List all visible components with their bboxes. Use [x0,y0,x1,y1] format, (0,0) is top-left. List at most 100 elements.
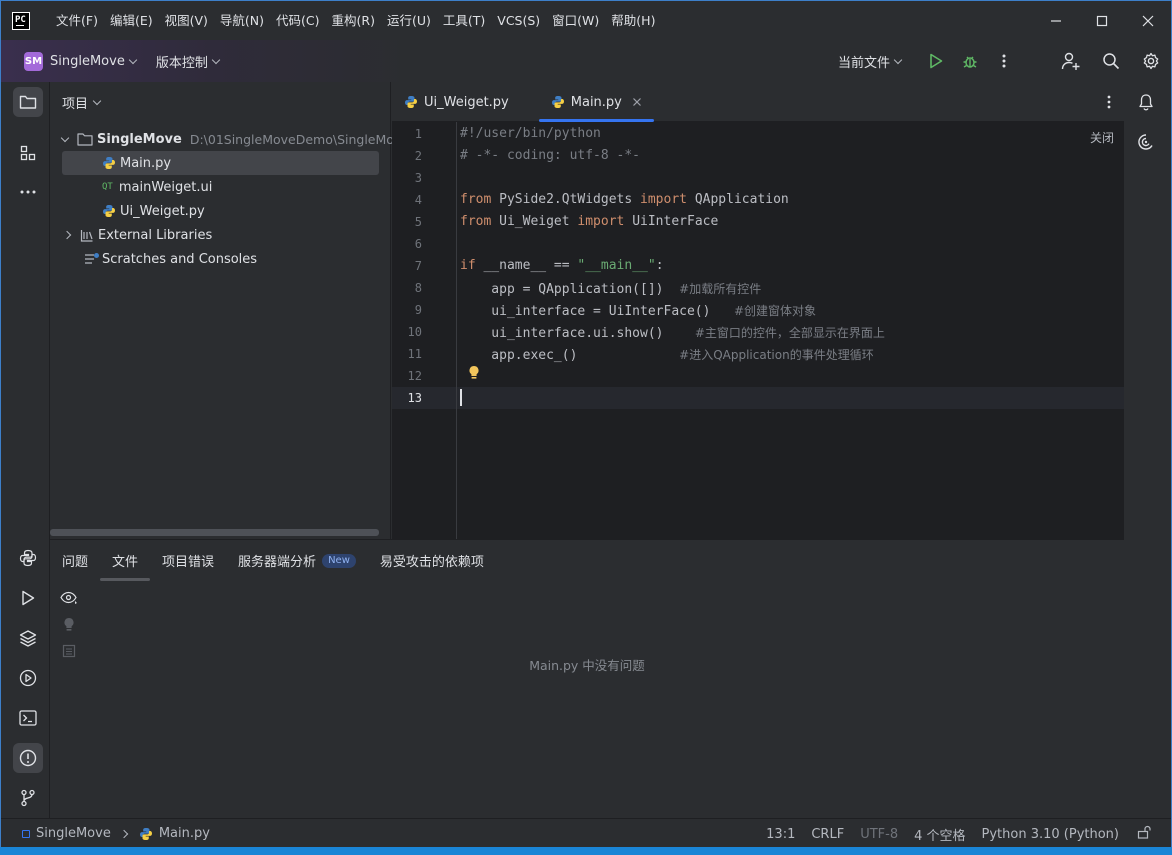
menu-vcs[interactable]: VCS(S) [491,1,546,40]
tab-ui-weiget-py[interactable]: Ui_Weiget.py [392,82,521,122]
caret-position[interactable]: 13:1 [766,827,795,842]
minimize-button[interactable] [1033,1,1079,40]
intention-bulb-icon[interactable] [468,365,480,384]
indent-setting[interactable]: 4 个空格 [914,825,965,844]
tab-project-errors[interactable]: 项目错误 [150,540,226,581]
chevron-down-icon [893,55,903,64]
file-encoding[interactable]: UTF-8 [860,827,898,842]
menu-tools[interactable]: 工具(T) [437,1,491,40]
code-line: ui_interface.ui.show() #主窗口的控件，全部显示在界面上 [460,326,885,341]
tree-item-ui-weiget-py[interactable]: Ui_Weiget.py [102,199,205,223]
chevron-down-icon [92,96,102,105]
quick-fix-bulb-icon[interactable] [63,617,75,636]
more-vertical-icon [1002,54,1006,68]
add-user-button[interactable] [1051,51,1091,71]
git-tool-button[interactable] [13,783,43,813]
bug-icon [963,56,977,68]
editor-tabs-menu-button[interactable] [1107,94,1111,114]
more-actions-button[interactable] [987,53,1021,69]
show-preview-button[interactable] [60,591,78,609]
horizontal-scrollbar[interactable] [50,529,379,536]
root-folder-path: D:\01SingleMoveDemo\SingleMove [189,131,410,147]
close-tab-icon[interactable] [632,97,642,107]
breadcrumb-project[interactable]: SingleMove [36,826,111,841]
add-user-icon [1061,52,1080,70]
tab-problems[interactable]: 问题 [50,540,100,581]
problems-tabs: 问题 文件 项目错误 服务器端分析 New 易受攻击的依赖项 [50,540,1124,581]
new-badge: New [322,553,356,568]
menu-navigate[interactable]: 导航(N) [214,1,270,40]
tab-vulnerable-deps[interactable]: 易受攻击的依赖项 [368,540,496,581]
tree-item-main-py[interactable]: Main.py [62,151,379,175]
run-config-selector[interactable]: 当前文件 [838,52,903,71]
vcs-label: 版本控制 [155,55,208,71]
code-line: if __name__ == "__main__": [460,258,664,273]
qt-file-icon: QT [102,182,113,192]
python-interpreter[interactable]: Python 3.10 (Python) [982,827,1119,842]
scratches-label: Scratches and Consoles [102,251,258,267]
line-separator[interactable]: CRLF [811,827,844,842]
terminal-tool-button[interactable] [13,703,43,733]
ai-assistant-icon [1138,134,1153,150]
maximize-button[interactable] [1079,1,1125,40]
line-number: 9 [414,303,422,317]
tree-item-scratches[interactable]: Scratches and Consoles [84,247,257,271]
code-editor: Ui_Weiget.py Main.py 1 2 3 4 5 6 7 8 9 1… [392,82,1124,539]
layers-tool-button[interactable] [13,623,43,653]
search-button[interactable] [1091,52,1131,70]
notifications-button[interactable] [1131,87,1161,117]
structure-tool-button[interactable] [13,138,43,168]
bell-icon [1139,94,1153,111]
breadcrumb-file[interactable]: Main.py [159,826,210,841]
problems-tool-button[interactable] [13,743,43,773]
menu-refactor[interactable]: 重构(R) [326,1,381,40]
menu-file[interactable]: 文件(F) [50,1,104,40]
project-selector[interactable]: SingleMove [50,54,138,69]
line-number: 3 [414,171,422,185]
library-icon [80,230,93,242]
tree-root[interactable]: SingleMove D:\01SingleMoveDemo\SingleMov… [60,127,410,151]
code-line: ui_interface = UiInterFace() #创建窗体对象 [460,304,816,319]
more-tools-button[interactable] [13,177,43,207]
code-line: #!/user/bin/python [460,126,601,141]
reader-mode-close[interactable]: 关闭 [1090,129,1114,146]
project-tool-button[interactable] [13,87,43,117]
status-widgets: 13:1 CRLF UTF-8 4 个空格 Python 3.10 (Pytho… [766,819,1171,849]
run-tool-button[interactable] [13,583,43,613]
tab-server-analysis[interactable]: 服务器端分析 New [226,540,368,581]
tab-file[interactable]: 文件 [100,540,151,581]
python-file-icon [139,827,152,840]
close-window-button[interactable] [1125,1,1171,40]
line-gutter: 1 2 3 4 5 6 7 8 9 10 11 12 13 [392,122,457,539]
settings-button[interactable] [1131,52,1171,70]
problems-icon [19,749,37,767]
read-only-toggle[interactable] [1137,825,1151,843]
menu-window[interactable]: 窗口(W) [546,1,605,40]
empty-state-message: Main.py 中没有问题 [529,658,645,673]
run-button[interactable] [919,53,953,69]
python-console-button[interactable] [13,543,43,573]
python-file-icon [551,96,564,108]
project-badge[interactable]: SM [24,51,43,71]
layers-icon [19,630,37,647]
vcs-selector[interactable]: 版本控制 [155,52,221,71]
tree-item-external-libraries[interactable]: External Libraries [62,223,212,247]
services-tool-button[interactable] [13,663,43,693]
menu-help[interactable]: 帮助(H) [605,1,661,40]
structure-icon [20,145,36,161]
line-number: 1 [414,127,422,141]
ai-assistant-button[interactable] [1131,127,1161,157]
line-number: 7 [414,259,422,273]
menu-edit[interactable]: 编辑(E) [104,1,159,40]
debug-button[interactable] [953,53,987,69]
project-panel-header[interactable]: 项目 [50,82,390,122]
menu-run[interactable]: 运行(U) [381,1,437,40]
tab-main-py[interactable]: Main.py [538,82,655,122]
menu-code[interactable]: 代码(C) [270,1,325,40]
current-line-highlight [392,387,1124,409]
menu-view[interactable]: 视图(V) [159,1,214,40]
left-tool-strip [1,82,50,818]
tree-item-mainweiget-ui[interactable]: QT mainWeiget.ui [102,175,212,199]
project-panel-title: 项目 [62,96,89,112]
terminal-icon [19,710,37,726]
